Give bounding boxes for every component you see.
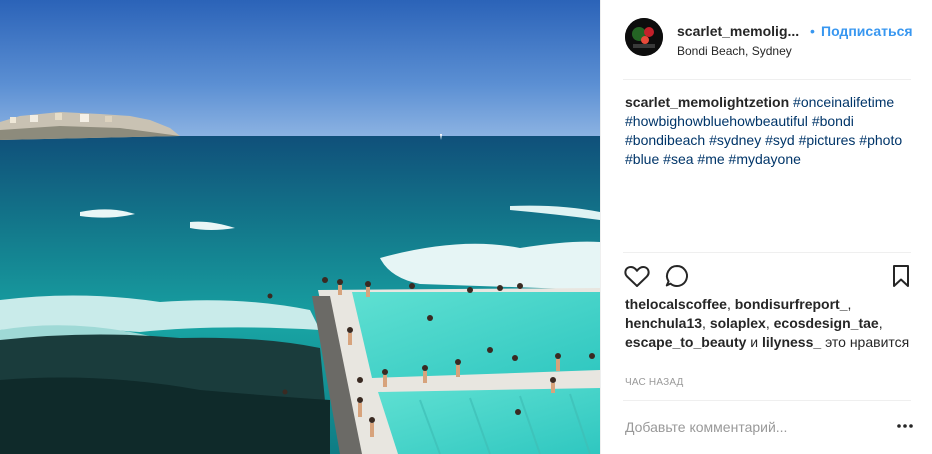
- like-user-link[interactable]: ecosdesign_tae: [774, 315, 879, 331]
- like-user-link[interactable]: henchula13: [625, 315, 702, 331]
- hashtag-link[interactable]: #pictures: [799, 132, 856, 148]
- like-user-link[interactable]: bondisurfreport_: [735, 296, 848, 312]
- hashtag-link[interactable]: #bondi: [812, 113, 854, 129]
- avatar-image: [625, 18, 663, 56]
- hashtag-link[interactable]: #photo: [859, 132, 902, 148]
- hashtag-link[interactable]: #howbighowbluehowbeautiful: [625, 113, 808, 129]
- post-sidebar: scarlet_memolig... • Подписаться Bondi B…: [600, 0, 932, 454]
- caption-username[interactable]: scarlet_memolightzetion: [625, 94, 789, 110]
- post-location[interactable]: Bondi Beach, Sydney: [677, 44, 792, 58]
- likes-text: thelocalscoffee, bondisurfreport_, hench…: [625, 295, 915, 352]
- likes-and: и: [750, 334, 759, 350]
- hashtag-link[interactable]: #bondibeach: [625, 132, 705, 148]
- comment-divider: [623, 400, 911, 401]
- likes-suffix: это нравится: [825, 334, 910, 350]
- post-caption: scarlet_memolightzetion #onceinalifetime…: [625, 93, 915, 169]
- hashtag-link[interactable]: #onceinalifetime: [793, 94, 894, 110]
- post-header: scarlet_memolig... • Подписаться Bondi B…: [623, 16, 913, 68]
- like-user-link[interactable]: solaplex: [710, 315, 766, 331]
- more-options-icon[interactable]: [895, 418, 915, 434]
- like-user-link[interactable]: escape_to_beauty: [625, 334, 746, 350]
- bookmark-icon[interactable]: [887, 262, 915, 290]
- header-divider: [623, 79, 911, 80]
- comment-input[interactable]: [625, 417, 875, 437]
- hashtag-link[interactable]: #blue: [625, 151, 659, 167]
- like-user-link[interactable]: thelocalscoffee: [625, 296, 727, 312]
- post-actions: [623, 262, 915, 290]
- follow-separator: •: [810, 23, 815, 39]
- caption-divider: [623, 252, 911, 253]
- comment-icon[interactable]: [663, 262, 691, 290]
- avatar[interactable]: [625, 18, 663, 56]
- likes-last-user[interactable]: lilyness_: [762, 334, 821, 350]
- post-timestamp[interactable]: час назад: [625, 377, 684, 388]
- hashtag-link[interactable]: #sydney: [709, 132, 761, 148]
- hashtag-link[interactable]: #syd: [765, 132, 795, 148]
- hashtag-link[interactable]: #mydayone: [729, 151, 801, 167]
- heart-icon[interactable]: [623, 262, 651, 290]
- hashtag-link[interactable]: #sea: [663, 151, 693, 167]
- post-username[interactable]: scarlet_memolig...: [677, 23, 799, 39]
- follow-button[interactable]: Подписаться: [821, 23, 913, 39]
- bondi-beach-photo: [0, 0, 600, 454]
- hashtag-link[interactable]: #me: [697, 151, 724, 167]
- post-photo[interactable]: [0, 0, 600, 454]
